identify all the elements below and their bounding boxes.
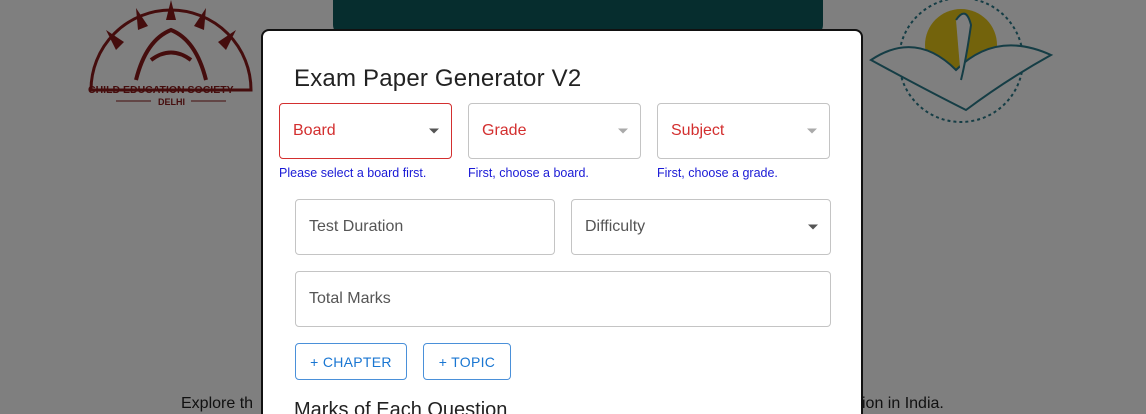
- grade-select[interactable]: Grade: [468, 103, 641, 159]
- marks-section-heading: Marks of Each Question: [294, 399, 508, 414]
- chevron-down-icon: [807, 128, 817, 134]
- difficulty-label: Difficulty: [585, 218, 646, 235]
- board-helper-text: Please select a board first.: [279, 166, 427, 180]
- add-topic-button[interactable]: + TOPIC: [423, 343, 511, 380]
- grade-label: Grade: [482, 122, 527, 139]
- chevron-down-icon: [618, 128, 628, 134]
- subject-label: Subject: [671, 122, 725, 139]
- board-label: Board: [293, 122, 336, 139]
- test-duration-input[interactable]: Test Duration: [295, 199, 555, 255]
- subject-helper-text: First, choose a grade.: [657, 166, 778, 180]
- total-marks-placeholder: Total Marks: [309, 290, 391, 307]
- chevron-down-icon: [808, 224, 818, 230]
- grade-helper-text: First, choose a board.: [468, 166, 589, 180]
- subject-select[interactable]: Subject: [657, 103, 830, 159]
- add-chapter-button[interactable]: + CHAPTER: [295, 343, 407, 380]
- dialog-title: Exam Paper Generator V2: [294, 65, 582, 92]
- chevron-down-icon: [429, 128, 439, 134]
- exam-generator-dialog: Exam Paper Generator V2 Board Please sel…: [261, 29, 863, 414]
- total-marks-input[interactable]: Total Marks: [295, 271, 831, 327]
- board-select[interactable]: Board: [279, 103, 452, 159]
- difficulty-select[interactable]: Difficulty: [571, 199, 831, 255]
- test-duration-placeholder: Test Duration: [309, 218, 404, 235]
